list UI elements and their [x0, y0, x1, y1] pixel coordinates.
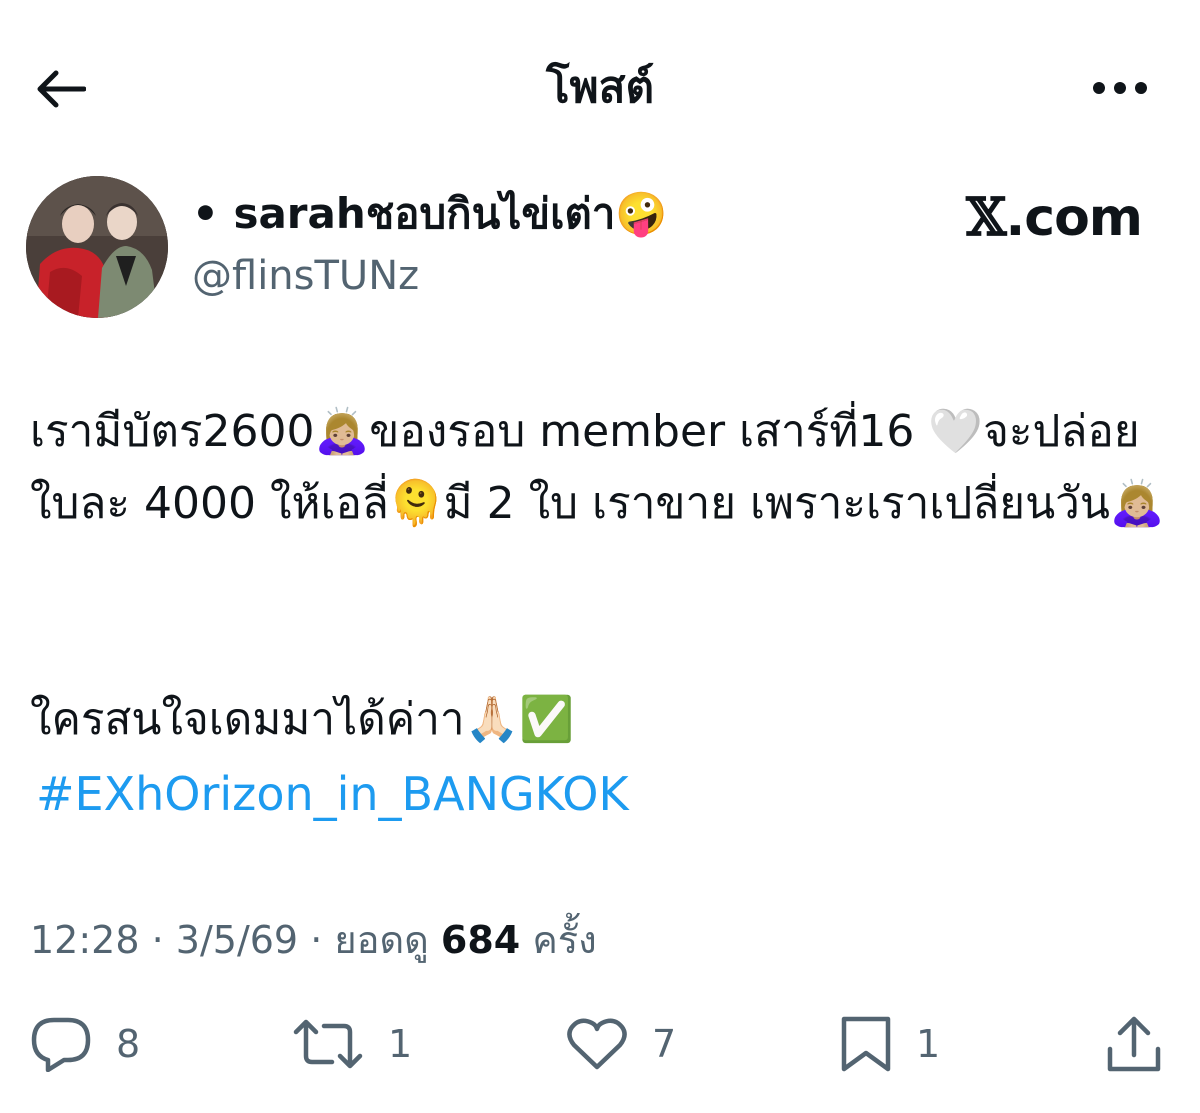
- bookmark-count: 1: [916, 1022, 941, 1066]
- page-title: โพสต์: [545, 62, 655, 113]
- watermark-text: .com: [1005, 188, 1143, 248]
- author-display-name[interactable]: • sarahชอบกินไข่เต่า🤪: [192, 186, 668, 242]
- x-logo-icon: 𝕏: [966, 187, 1006, 248]
- author-handle[interactable]: @flinsTUNz: [192, 248, 419, 304]
- separator-dot: ·: [310, 918, 335, 962]
- views-label: ยอดดู: [334, 918, 429, 962]
- share-button[interactable]: [1106, 1014, 1162, 1074]
- more-options-button[interactable]: [1088, 66, 1152, 110]
- reply-button[interactable]: 8: [30, 1014, 140, 1074]
- more-horizontal-icon: [1093, 82, 1147, 94]
- tweet-text: เรามีบัตร2600🙇🏼‍♀️ของรอบ member เสาร์ที่…: [30, 406, 1165, 529]
- like-button[interactable]: 7: [566, 1014, 676, 1074]
- tweet-time[interactable]: 12:28: [30, 918, 140, 962]
- retweet-button[interactable]: 1: [292, 1014, 412, 1074]
- avatar[interactable]: [26, 176, 168, 318]
- separator-dot: ·: [151, 918, 176, 962]
- bookmark-icon: [841, 1016, 891, 1072]
- bookmark-button[interactable]: 1: [840, 1014, 940, 1074]
- views-suffix: ครั้ง: [532, 918, 597, 962]
- retweet-icon: [293, 1019, 363, 1069]
- post-detail-page: โพสต์ • sarahชอบกินไข่เต่า🤪 @flinsTUNz 𝕏…: [0, 0, 1200, 1113]
- hashtag-link[interactable]: #EXhOrizon_in_BANGKOK: [36, 762, 629, 826]
- retweet-count: 1: [388, 1022, 413, 1066]
- top-bar: โพสต์: [0, 40, 1200, 136]
- avatar-photo: [26, 176, 168, 318]
- tweet-meta: 12:28 · 3/5/69 · ยอดดู 684 ครั้ง: [30, 912, 597, 968]
- reply-icon: [31, 1017, 91, 1072]
- x-com-watermark: 𝕏.com: [966, 187, 1143, 249]
- like-count: 7: [652, 1022, 677, 1066]
- heart-icon: [567, 1018, 627, 1070]
- tweet-date[interactable]: 3/5/69: [176, 918, 298, 962]
- views-count: 684: [440, 918, 521, 962]
- reply-count: 8: [116, 1022, 141, 1066]
- tweet-text-line: ใครสนใจเดมมาได้ค่าา🙏🏻✅: [30, 694, 575, 745]
- share-icon: [1107, 1016, 1161, 1072]
